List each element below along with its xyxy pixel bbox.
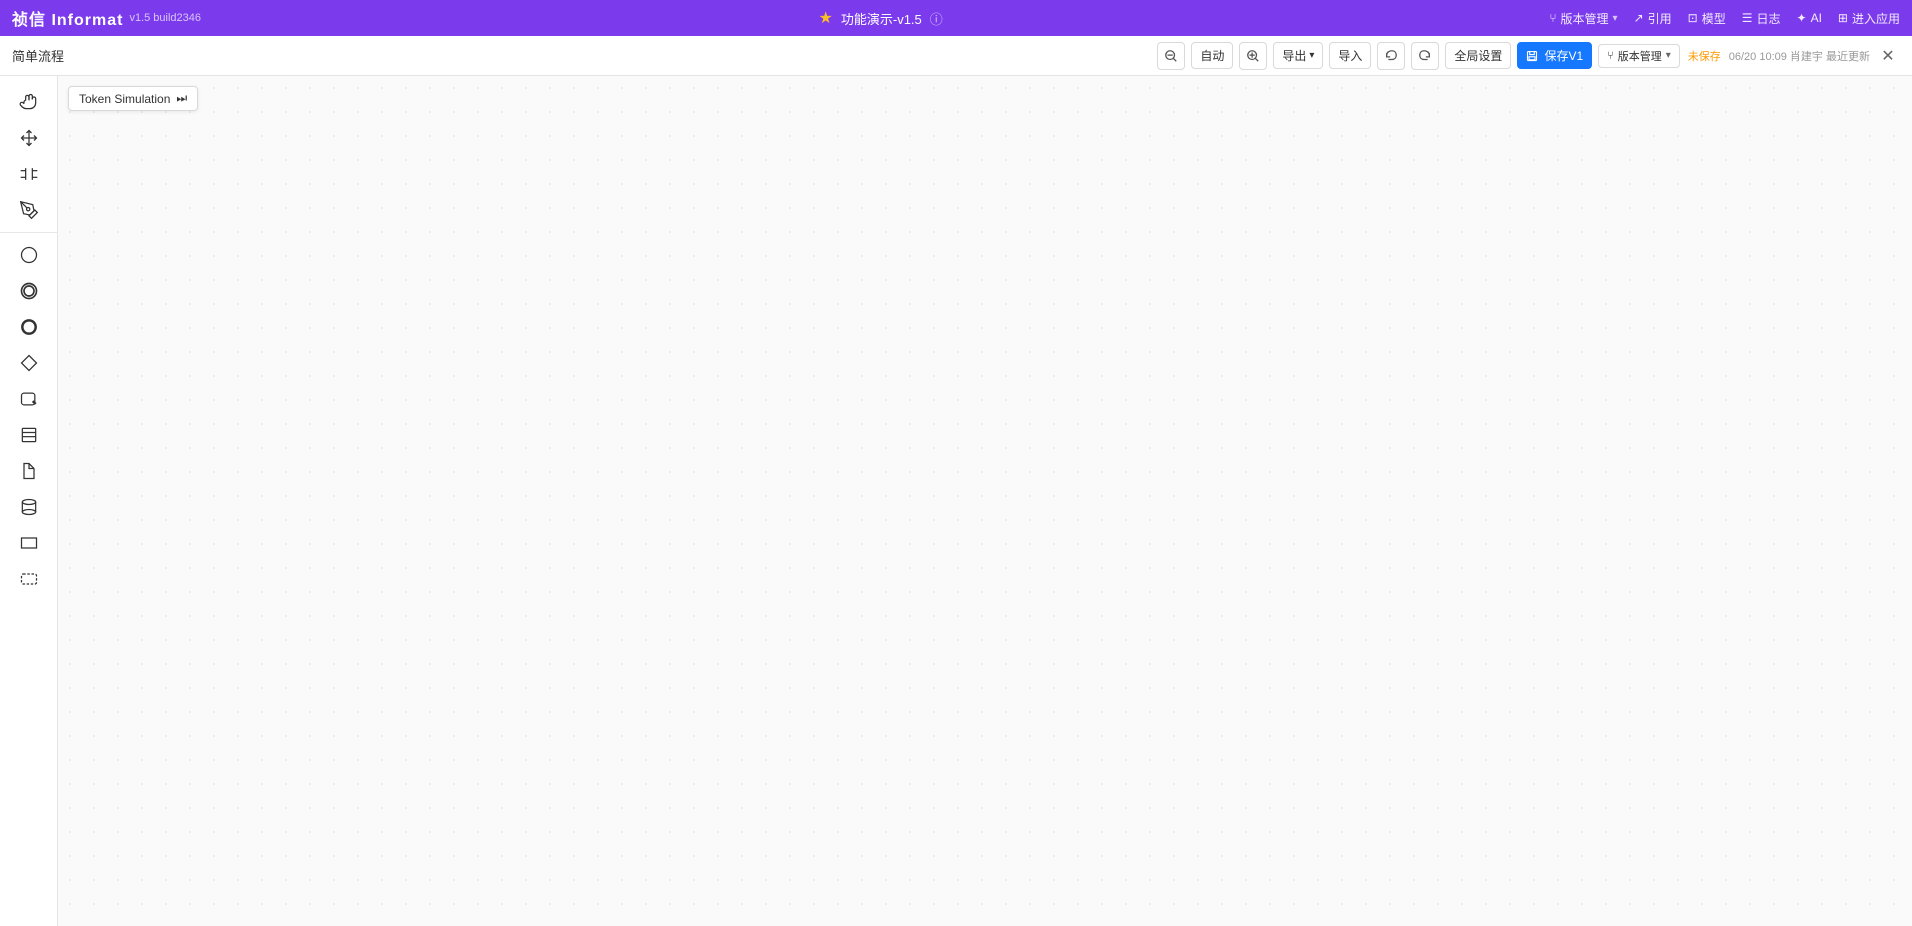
center-area: ★ 功能演示-v1.5 ⓘ (212, 8, 1549, 28)
topbar: 祯信 Informat v1.5 build2346 ★ 功能演示-v1.5 ⓘ… (0, 0, 1912, 36)
redo-button[interactable] (1411, 42, 1439, 70)
version-mgmt-button[interactable]: ⑂ 版本管理 ▾ (1598, 44, 1680, 68)
enter-app-icon: ⊞ (1838, 11, 1848, 25)
nav-item-enter-app[interactable]: ⊞ 进入应用 (1838, 10, 1900, 27)
token-simulation-label: Token Simulation (79, 92, 170, 106)
version-badge-label: 版本管理 (1618, 48, 1662, 64)
toolbar: 简单流程 自动 导出 ▾ 导入 (0, 36, 1912, 76)
export-dropdown-arrow: ▾ (1309, 50, 1314, 61)
hand-tool[interactable] (0, 84, 58, 120)
document-tool[interactable] (0, 453, 58, 489)
undo-button[interactable] (1377, 42, 1405, 70)
rect-tool[interactable] (0, 525, 58, 561)
model-icon: ⊡ (1688, 11, 1698, 25)
auto-button[interactable]: 自动 (1191, 42, 1233, 69)
canvas-area[interactable]: Token Simulation ⏭ (58, 76, 1912, 926)
nav-item-model[interactable]: ⊡ 模型 (1688, 10, 1726, 27)
main-area: Token Simulation ⏭ (0, 76, 1912, 926)
unsaved-label: 未保存 (1688, 48, 1721, 64)
nav-item-log[interactable]: ☰ 日志 (1742, 10, 1781, 27)
double-circle-tool[interactable] (0, 273, 58, 309)
logo-text: 祯信 Informat (12, 6, 123, 30)
export-button[interactable]: 导出 ▾ (1273, 42, 1323, 69)
nav-item-version-mgmt[interactable]: ⑂ 版本管理 ▾ (1549, 10, 1617, 27)
version-mgmt-icon: ⑂ (1549, 11, 1556, 25)
move-tool[interactable] (0, 120, 58, 156)
log-icon: ☰ (1742, 11, 1753, 25)
info-icon[interactable]: ⓘ (930, 9, 943, 28)
left-tool-panel (0, 76, 58, 926)
import-button[interactable]: 导入 (1329, 42, 1371, 69)
zoom-out-button[interactable] (1157, 42, 1185, 70)
dashed-rect-tool[interactable] (0, 561, 58, 597)
split-tool[interactable] (0, 156, 58, 192)
star-icon: ★ (819, 8, 833, 28)
ai-icon: ✦ (1797, 11, 1807, 25)
token-simulation-icon: ⏭ (176, 91, 187, 106)
shape-tools-section (0, 233, 57, 601)
cite-icon: ↗ (1634, 11, 1644, 25)
version-info-area: ⑂ 版本管理 ▾ 未保存 06/20 10:09 肖建宇 最近更新 (1598, 44, 1870, 68)
nav-item-ai[interactable]: ✦ AI (1797, 11, 1822, 25)
logo-area: 祯信 Informat v1.5 build2346 (12, 6, 212, 30)
version-dropdown-arrow: ▾ (1666, 50, 1671, 61)
version-badge-icon: ⑂ (1607, 50, 1614, 62)
right-nav-area: ⑂ 版本管理 ▾ ↗ 引用 ⊡ 模型 ☰ 日志 ✦ AI ⊞ 进入应用 (1549, 10, 1900, 27)
dropdown-arrow-version: ▾ (1613, 13, 1618, 24)
circle-outline-tool[interactable] (0, 237, 58, 273)
nav-label-ai: AI (1811, 11, 1822, 25)
pen-tool[interactable] (0, 192, 58, 228)
thick-circle-tool[interactable] (0, 309, 58, 345)
zoom-in-button[interactable] (1239, 42, 1267, 70)
project-name: 功能演示-v1.5 (841, 9, 922, 28)
nav-label-model: 模型 (1702, 10, 1726, 27)
save-v1-button[interactable]: 保存V1 (1517, 42, 1592, 69)
nav-label-log: 日志 (1757, 10, 1781, 27)
global-settings-button[interactable]: 全局设置 (1445, 42, 1511, 69)
cylinder-tool[interactable] (0, 489, 58, 525)
nav-label-enter-app: 进入应用 (1852, 10, 1900, 27)
nav-tools-section (0, 80, 57, 233)
database-box-tool[interactable] (0, 417, 58, 453)
save-time-label: 06/20 10:09 肖建宇 最近更新 (1729, 48, 1870, 64)
rounded-rect-tool[interactable] (0, 381, 58, 417)
page-title: 简单流程 (12, 46, 1151, 65)
version-text: v1.5 build2346 (129, 12, 201, 24)
nav-label-cite: 引用 (1648, 10, 1672, 27)
close-button[interactable]: ✕ (1876, 44, 1900, 68)
nav-item-cite[interactable]: ↗ 引用 (1634, 10, 1672, 27)
diamond-tool[interactable] (0, 345, 58, 381)
nav-label-version-mgmt: 版本管理 (1561, 10, 1609, 27)
token-simulation-badge[interactable]: Token Simulation ⏭ (68, 86, 198, 111)
